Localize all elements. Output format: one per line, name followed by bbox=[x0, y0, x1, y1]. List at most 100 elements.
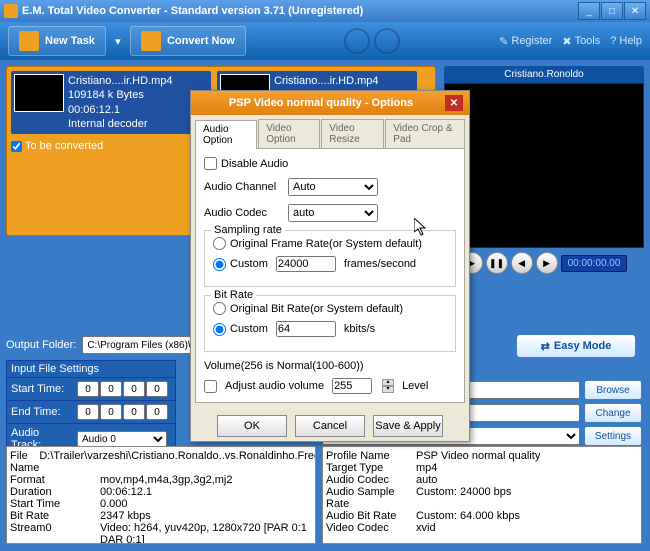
preview-panel: Cristiano.Ronoldo ▶ ❚❚ ◀ ▶ 00:00:00.00 bbox=[444, 66, 644, 278]
start-s-input[interactable] bbox=[123, 381, 145, 397]
output-label: Output Folder: bbox=[6, 339, 76, 351]
end-s-input[interactable] bbox=[123, 404, 145, 420]
volume-text: Volume(256 is Normal(100-600)) bbox=[204, 360, 456, 372]
disable-audio-checkbox[interactable] bbox=[204, 157, 217, 170]
prev-button[interactable]: ◀ bbox=[511, 252, 533, 274]
orig-bitrate-radio[interactable] bbox=[213, 302, 226, 315]
register-link[interactable]: ✎Register bbox=[499, 35, 552, 48]
end-ms-input[interactable] bbox=[146, 404, 168, 420]
custom-label: Custom bbox=[230, 258, 268, 270]
easy-mode-button[interactable]: ⇄ Easy Mode bbox=[516, 334, 636, 358]
options-dialog: PSP Video normal quality - Options ✕ Aud… bbox=[190, 90, 470, 442]
ok-button[interactable]: OK bbox=[217, 415, 287, 437]
convert-now-label: Convert Now bbox=[167, 35, 235, 47]
dialog-tabs: Audio Option Video Option Video Resize V… bbox=[191, 115, 469, 148]
samplerate-input[interactable] bbox=[276, 256, 336, 272]
main-area: Cristiano....ir.HD.mp4 109184 k Bytes 00… bbox=[0, 60, 650, 551]
audio-codec-select[interactable]: auto bbox=[288, 204, 378, 222]
output-folder-row: Output Folder: bbox=[6, 336, 202, 354]
end-m-input[interactable] bbox=[100, 404, 122, 420]
samplerate-unit: frames/second bbox=[344, 258, 416, 270]
cancel-button[interactable]: Cancel bbox=[295, 415, 365, 437]
queue-item[interactable]: Cristiano....ir.HD.mp4 109184 k Bytes 00… bbox=[11, 71, 211, 134]
window-buttons: _ □ ✕ bbox=[578, 2, 646, 20]
sampling-title: Sampling rate bbox=[211, 224, 285, 236]
audio-codec-label: Audio Codec bbox=[204, 207, 282, 219]
tab-video-resize[interactable]: Video Resize bbox=[321, 119, 384, 148]
end-time-row: End Time: bbox=[6, 401, 176, 424]
toolbar: New Task ▾ Convert Now ✎Register ✖Tools … bbox=[0, 22, 650, 60]
bitrate-input[interactable] bbox=[276, 321, 336, 337]
start-m-input[interactable] bbox=[100, 381, 122, 397]
dialog-title: PSP Video normal quality - Options bbox=[197, 97, 445, 109]
tab-audio-option[interactable]: Audio Option bbox=[195, 120, 257, 149]
adjust-volume-label: Adjust audio volume bbox=[225, 380, 324, 392]
register-icon: ✎ bbox=[499, 35, 508, 48]
custom-label-2: Custom bbox=[230, 323, 268, 335]
help-link[interactable]: ?Help bbox=[610, 35, 642, 48]
disable-audio-label: Disable Audio bbox=[221, 158, 288, 170]
orig-bitrate-label: Original Bit Rate(or System default) bbox=[230, 303, 403, 315]
sampling-rate-group: Sampling rate Original Frame Rate(or Sys… bbox=[204, 230, 456, 287]
queue-thumb bbox=[14, 74, 64, 112]
new-task-label: New Task bbox=[45, 35, 95, 47]
custom-samplerate-radio[interactable] bbox=[213, 258, 226, 271]
help-icon: ? bbox=[610, 35, 616, 47]
convert-now-button[interactable]: Convert Now bbox=[130, 26, 246, 56]
tobe-label: To be converted bbox=[25, 140, 103, 152]
settings-button[interactable]: Settings bbox=[584, 426, 642, 446]
start-time-label: Start Time: bbox=[11, 383, 71, 395]
right-tools: ✎Register ✖Tools ?Help bbox=[499, 35, 642, 48]
end-h-input[interactable] bbox=[77, 404, 99, 420]
browse-button[interactable]: Browse bbox=[584, 380, 642, 400]
input-file-settings: Input File Settings Start Time: End Time… bbox=[6, 360, 176, 455]
audio-channel-label: Audio Channel bbox=[204, 181, 282, 193]
minimize-button[interactable]: _ bbox=[578, 2, 600, 20]
ifs-title: Input File Settings bbox=[6, 360, 176, 378]
tab-video-crop[interactable]: Video Crop & Pad bbox=[385, 119, 465, 148]
window-title: E.M. Total Video Converter - Standard ve… bbox=[22, 5, 578, 17]
audio-channel-select[interactable]: Auto bbox=[288, 178, 378, 196]
maximize-button[interactable]: □ bbox=[601, 2, 623, 20]
app-icon bbox=[4, 4, 18, 18]
custom-bitrate-radio[interactable] bbox=[213, 323, 226, 336]
close-button[interactable]: ✕ bbox=[624, 2, 646, 20]
save-apply-button[interactable]: Save & Apply bbox=[373, 415, 443, 437]
end-time-label: End Time: bbox=[11, 406, 71, 418]
adjust-volume-checkbox[interactable] bbox=[204, 380, 217, 393]
orig-framerate-radio[interactable] bbox=[213, 237, 226, 250]
level-label: Level bbox=[402, 380, 428, 392]
convert-now-icon bbox=[141, 31, 161, 51]
new-task-button[interactable]: New Task bbox=[8, 26, 106, 56]
output-path-input[interactable] bbox=[82, 336, 202, 354]
bitrate-group: Bit Rate Original Bit Rate(or System def… bbox=[204, 295, 456, 352]
preview-video[interactable] bbox=[444, 83, 644, 248]
preview-controls: ▶ ❚❚ ◀ ▶ 00:00:00.00 bbox=[444, 248, 644, 278]
next-button[interactable]: ▶ bbox=[536, 252, 558, 274]
new-task-dropdown[interactable]: ▾ bbox=[112, 31, 124, 51]
dialog-body: Disable Audio Audio Channel Auto Audio C… bbox=[195, 148, 465, 403]
dialog-buttons: OK Cancel Save & Apply bbox=[191, 407, 469, 441]
dialog-titlebar[interactable]: PSP Video normal quality - Options ✕ bbox=[191, 91, 469, 115]
audio-track-select[interactable]: Audio 0 bbox=[77, 431, 167, 447]
tab-video-option[interactable]: Video Option bbox=[258, 119, 320, 148]
start-time-row: Start Time: bbox=[6, 378, 176, 401]
tobe-checkbox[interactable] bbox=[11, 141, 22, 152]
queue-meta: Cristiano....ir.HD.mp4 109184 k Bytes 00… bbox=[68, 74, 173, 131]
tools-icon: ✖ bbox=[562, 35, 571, 48]
start-ms-input[interactable] bbox=[146, 381, 168, 397]
pause-button[interactable]: ❚❚ bbox=[486, 252, 508, 274]
volume-input[interactable] bbox=[332, 378, 372, 394]
titlebar: E.M. Total Video Converter - Standard ve… bbox=[0, 0, 650, 22]
preview-title: Cristiano.Ronoldo bbox=[444, 66, 644, 83]
easy-mode-label: Easy Mode bbox=[554, 340, 611, 352]
change-button[interactable]: Change bbox=[584, 403, 642, 423]
tools-link[interactable]: ✖Tools bbox=[562, 35, 600, 48]
preview-time: 00:00:00.00 bbox=[561, 255, 628, 272]
volume-spinner[interactable]: ▴▾ bbox=[382, 379, 394, 393]
start-h-input[interactable] bbox=[77, 381, 99, 397]
dialog-close-button[interactable]: ✕ bbox=[445, 95, 463, 111]
new-task-icon bbox=[19, 31, 39, 51]
bitrate-title: Bit Rate bbox=[211, 289, 256, 301]
info-right-panel: Profile NamePSP Video normal quality Tar… bbox=[322, 446, 642, 544]
